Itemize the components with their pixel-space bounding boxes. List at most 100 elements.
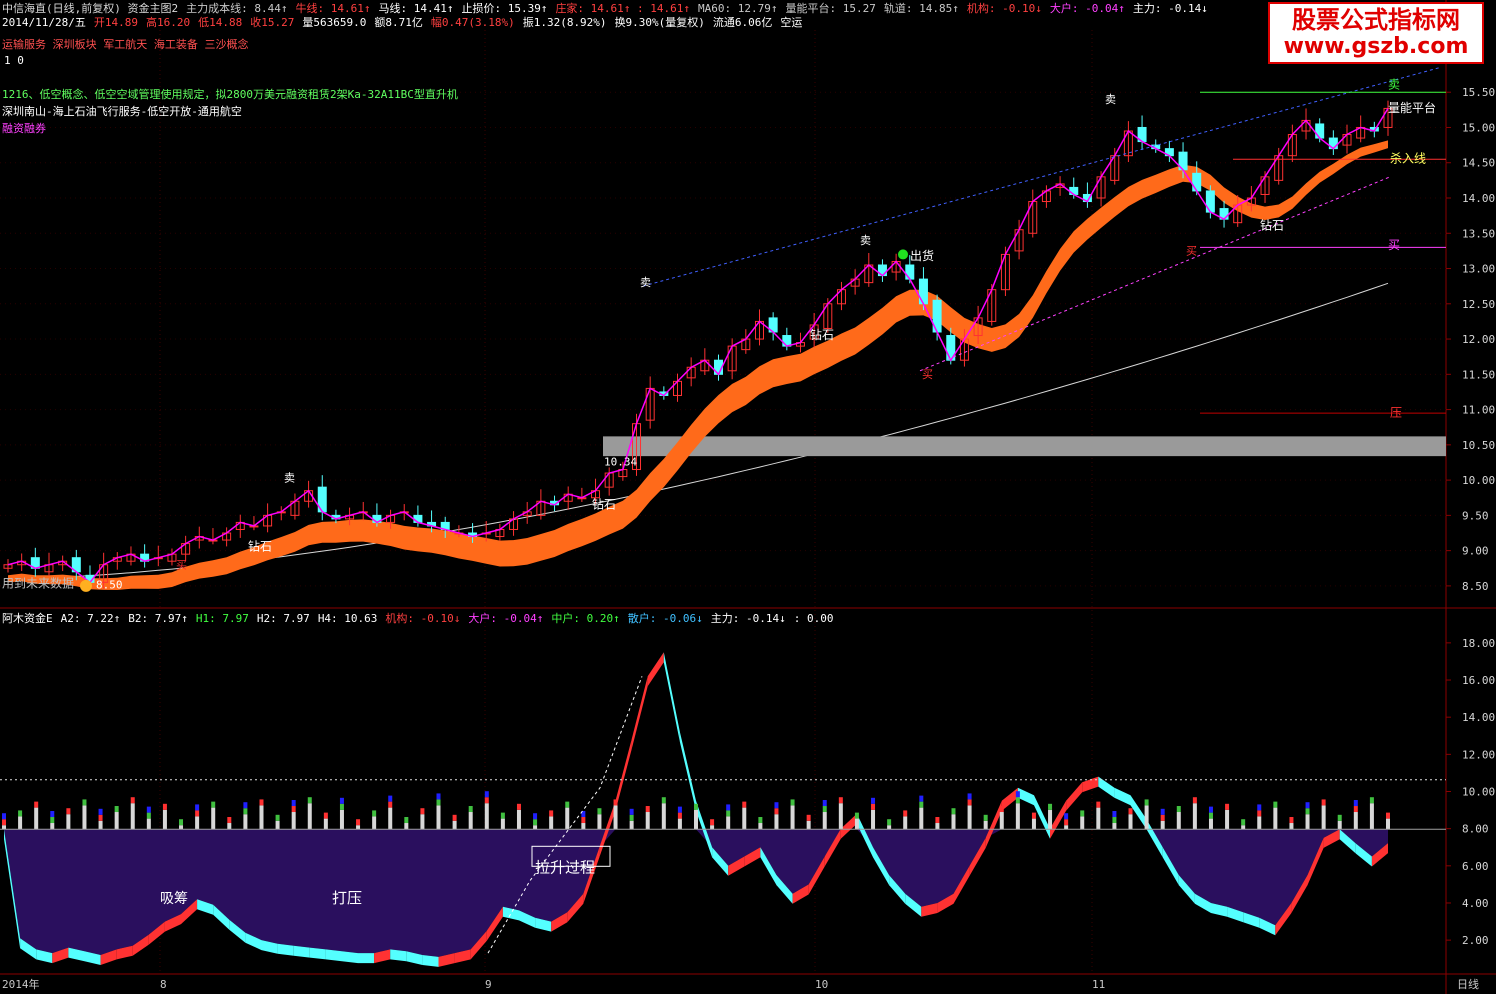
funds-bar-cap	[774, 808, 779, 815]
chart-canvas[interactable]: 8.50 9.00 9.50 10.00 10.50 11.00 11.50 12.00 12.…	[0, 0, 1496, 994]
funds-bar-cap	[1080, 810, 1085, 817]
funds-bar-cap	[1321, 799, 1326, 806]
buy-marker: 买	[922, 368, 933, 381]
funds-bar-cap	[661, 797, 666, 804]
price-tick-label: 12.00	[1462, 333, 1495, 346]
indicator-tick-label: 18.00	[1462, 637, 1495, 650]
info-segment-8: 振1.32(8.92%)	[522, 16, 607, 29]
funds-bar-cap	[1353, 806, 1358, 813]
funds-bar	[1015, 803, 1020, 830]
funds-bar	[1241, 825, 1246, 830]
funds-bar-cap	[291, 806, 296, 813]
indicator-header: 阿木资金E A2: 7.22↑ B2: 7.97↑ H1: 7.97 H2: 7.97 H…	[2, 612, 841, 626]
candle-body	[905, 264, 915, 280]
funds-bar	[1112, 823, 1117, 830]
funds-bar-cap	[533, 819, 538, 826]
funds-bar-cap	[388, 801, 393, 808]
funds-bar	[1305, 814, 1310, 830]
indicator-segment-4: H2: 7.97	[256, 612, 310, 625]
funds-ribbon-segment	[663, 652, 680, 742]
funds-ribbon-segment	[358, 953, 375, 964]
funds-bar	[790, 805, 795, 830]
concept-tags[interactable]: 运输服务 深圳板块 军工航天 海工装备 三沙概念	[2, 38, 249, 52]
funds-bar-top	[1305, 802, 1310, 809]
funds-bar	[661, 803, 666, 830]
candle-body	[1192, 172, 1202, 192]
funds-bar-top	[1015, 791, 1020, 798]
funds-ribbon-segment	[1114, 787, 1131, 806]
funds-bar	[1257, 816, 1262, 830]
funds-bar	[2, 825, 6, 830]
funds-bar-cap	[999, 806, 1004, 813]
funds-bar	[838, 803, 843, 830]
funds-bar-cap	[227, 817, 232, 824]
funds-bar	[758, 823, 763, 830]
news-line-2: 深圳南山-海上石油飞行服务-低空开放-通用航空	[2, 105, 242, 118]
funds-bar-top	[98, 808, 103, 815]
funds-bar	[1353, 812, 1358, 830]
time-axis-label: 9	[485, 978, 492, 991]
info-segment-10: 流通6.06亿	[712, 16, 773, 29]
indicator-tick-label: 12.00	[1462, 748, 1495, 761]
funds-bar-top	[774, 802, 779, 809]
funds-bar	[677, 818, 682, 830]
accumulate-label: 吸筹	[160, 890, 188, 907]
funds-bar	[130, 803, 135, 830]
funds-bar-cap	[1031, 812, 1036, 819]
funds-ribbon-segment	[277, 943, 294, 956]
info-segment-11: 空运	[780, 16, 803, 29]
price-tick-label: 14.00	[1462, 192, 1495, 205]
volume-platform-label: 量能平台	[1388, 100, 1436, 115]
indicator-tick-label: 4.00	[1462, 897, 1489, 910]
funds-bar-cap	[1128, 808, 1133, 815]
indicator-segment-0: 阿木资金E	[2, 612, 53, 625]
funds-ribbon-segment	[1066, 782, 1083, 811]
funds-ribbon-segment	[1130, 795, 1147, 830]
funds-bar	[774, 814, 779, 830]
funds-bar-cap	[565, 801, 570, 808]
indicator-tick-label: 6.00	[1462, 860, 1489, 873]
funds-bar	[903, 816, 908, 830]
funds-bar	[597, 814, 602, 830]
funds-bar-top	[388, 795, 393, 802]
funds-bar	[726, 816, 731, 830]
future-data-note: 用到未来数据	[2, 575, 74, 590]
funds-bar-cap	[356, 819, 361, 826]
funds-bar-cap	[726, 810, 731, 817]
funds-bar-cap	[82, 799, 87, 806]
time-axis-label: 2014年	[2, 977, 40, 991]
funds-bar-cap	[935, 817, 940, 824]
funds-ribbon-segment	[390, 949, 407, 962]
funds-bar-cap	[967, 799, 972, 806]
funds-bar-top	[2, 813, 6, 820]
funds-bar-cap	[629, 814, 634, 821]
funds-bar	[291, 812, 296, 830]
funds-bar-top	[50, 811, 55, 818]
sell-marker: 卖	[860, 234, 871, 247]
funds-bar	[404, 823, 409, 830]
funds-bar-cap	[903, 810, 908, 817]
funds-bar-top	[533, 813, 538, 820]
funds-bar	[1176, 812, 1181, 830]
funds-ribbon-segment	[985, 800, 1002, 848]
funds-bar	[420, 814, 425, 830]
funds-bar	[1289, 823, 1294, 830]
funds-bar	[1337, 820, 1342, 830]
funds-bar	[1160, 820, 1165, 830]
funds-bar	[1064, 825, 1069, 830]
funds-bar	[114, 812, 119, 830]
news-line-1: 1216、低空概念、低空空域管理使用规定，拟2800万美元融资租赁2架Ka-32…	[2, 88, 458, 101]
funds-bar	[516, 809, 521, 830]
funds-bar-cap	[1305, 808, 1310, 815]
funds-ribbon-segment	[840, 813, 857, 839]
price-tick-label: 10.50	[1462, 439, 1495, 452]
funds-bar-cap	[983, 814, 988, 821]
diamond-label: 钻石	[248, 539, 272, 554]
funds-bar-cap	[677, 812, 682, 819]
funds-bar-cap	[1241, 819, 1246, 826]
indicator-segment-9: 散户: -0.06↓	[627, 612, 703, 625]
candle-body	[1315, 123, 1325, 139]
funds-bar-cap	[1289, 817, 1294, 824]
sell-marker: 卖	[1388, 78, 1400, 92]
funds-bar	[18, 816, 23, 830]
